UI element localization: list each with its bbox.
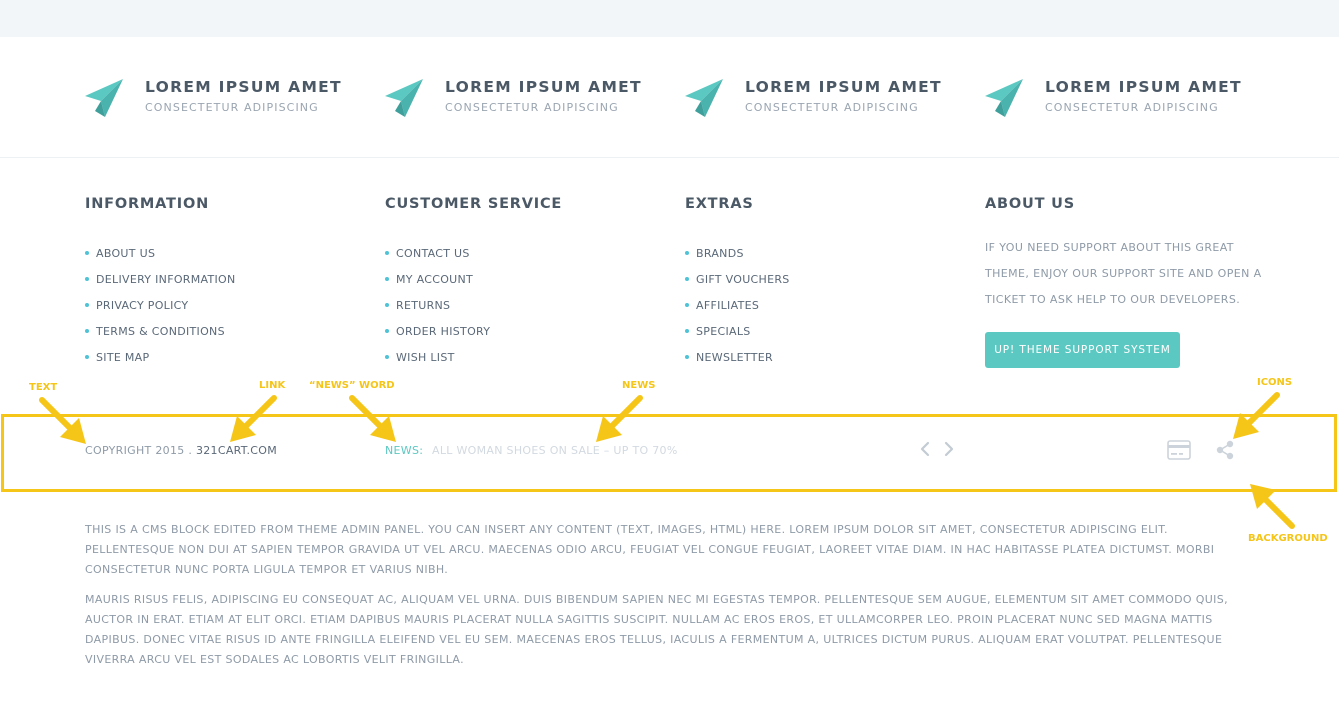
bullet-icon [85, 355, 89, 359]
link-label: ABOUT US [96, 246, 156, 260]
annotation-background-label: BACKGROUND [1248, 533, 1328, 544]
link-label: NEWSLETTER [696, 350, 773, 364]
footer-link-wish-list[interactable]: WISH LIST [385, 344, 490, 370]
annotation-news-word-label: “NEWS” WORD [309, 380, 395, 391]
share-icon[interactable] [1215, 440, 1235, 460]
link-label: GIFT VOUCHERS [696, 272, 790, 286]
footer-link-specials[interactable]: SPECIALS [685, 318, 790, 344]
bullet-icon [385, 251, 389, 255]
bullet-icon [85, 277, 89, 281]
credit-card-icon[interactable] [1167, 440, 1191, 460]
bullet-icon [385, 355, 389, 359]
footer-link-order-history[interactable]: ORDER HISTORY [385, 318, 490, 344]
feature-title: LOREM IPSUM AMET [145, 78, 342, 96]
link-label: MY ACCOUNT [396, 272, 474, 286]
annotation-arrow-background [1263, 497, 1295, 529]
footer-link-terms-conditions[interactable]: TERMS & CONDITIONS [85, 318, 236, 344]
link-label: BRANDS [696, 246, 744, 260]
chevron-left-icon[interactable] [918, 441, 932, 457]
bullet-icon [685, 329, 689, 333]
link-label: AFFILIATES [696, 298, 760, 312]
link-label: SITE MAP [96, 350, 150, 364]
divider [0, 157, 1339, 158]
link-label: PRIVACY POLICY [96, 298, 189, 312]
link-label: DELIVERY INFORMATION [96, 272, 236, 286]
footer-link-affiliates[interactable]: AFFILIATES [685, 292, 790, 318]
extras-column: EXTRAS BRANDS GIFT VOUCHERS AFFILIATES S… [685, 196, 789, 364]
paper-plane-icon [685, 79, 723, 117]
paper-plane-icon [985, 79, 1023, 117]
column-title: CUSTOMER SERVICE [385, 196, 563, 212]
top-band [0, 0, 1339, 37]
feature-title: LOREM IPSUM AMET [745, 78, 942, 96]
bullet-icon [685, 251, 689, 255]
footer-link-contact-us[interactable]: CONTACT US [385, 240, 490, 266]
copyright-text: COPYRIGHT 2015 . 321CART.COM [85, 444, 277, 457]
footer-link-delivery-information[interactable]: DELIVERY INFORMATION [85, 266, 236, 292]
column-title: INFORMATION [85, 196, 209, 212]
annotation-text-label: TEXT [29, 382, 58, 393]
annotation-news-label: NEWS [622, 380, 656, 391]
copyright-label: COPYRIGHT 2015 . [85, 444, 196, 457]
bullet-icon [685, 303, 689, 307]
cms-paragraph: MAURIS RISUS FELIS, ADIPISCING EU CONSEQ… [85, 593, 1228, 666]
annotation-icons-label: ICONS [1257, 377, 1293, 388]
bullet-icon [385, 277, 389, 281]
feature-subtitle: CONSECTETUR ADIPISCING [745, 101, 919, 114]
paper-plane-icon [385, 79, 423, 117]
feature-title: LOREM IPSUM AMET [445, 78, 642, 96]
about-text: IF YOU NEED SUPPORT ABOUT THIS GREAT THE… [985, 241, 1262, 306]
feature-subtitle: CONSECTETUR ADIPISCING [1045, 101, 1219, 114]
news-ticker-item[interactable]: ALL WOMAN SHOES ON SALE – UP TO 70% [432, 444, 678, 457]
footer-link-brands[interactable]: BRANDS [685, 240, 790, 266]
annotation-link-label: LINK [259, 380, 286, 391]
footer-link-privacy-policy[interactable]: PRIVACY POLICY [85, 292, 236, 318]
bullet-icon [85, 303, 89, 307]
footer-link-about-us[interactable]: ABOUT US [85, 240, 236, 266]
about-column: ABOUT US IF YOU NEED SUPPORT ABOUT THIS … [985, 196, 1261, 368]
link-label: WISH LIST [396, 350, 455, 364]
link-label: CONTACT US [396, 246, 470, 260]
customer-service-column: CUSTOMER SERVICE CONTACT US MY ACCOUNT R… [385, 196, 563, 364]
feature-subtitle: CONSECTETUR ADIPISCING [445, 101, 619, 114]
support-system-button[interactable]: UP! THEME SUPPORT SYSTEM [985, 332, 1180, 368]
information-column: INFORMATION ABOUT US DELIVERY INFORMATIO… [85, 196, 235, 364]
feature-subtitle: CONSECTETUR ADIPISCING [145, 101, 319, 114]
cms-paragraph: THIS IS A CMS BLOCK EDITED FROM THEME AD… [85, 523, 1215, 576]
column-title: ABOUT US [985, 196, 1075, 212]
footer-link-my-account[interactable]: MY ACCOUNT [385, 266, 490, 292]
feature-title: LOREM IPSUM AMET [1045, 78, 1242, 96]
link-label: TERMS & CONDITIONS [96, 324, 225, 338]
news-label: NEWS: [385, 444, 424, 457]
footer-link-gift-vouchers[interactable]: GIFT VOUCHERS [685, 266, 790, 292]
bullet-icon [385, 303, 389, 307]
link-label: ORDER HISTORY [396, 324, 491, 338]
column-title: EXTRAS [685, 196, 754, 212]
bullet-icon [685, 355, 689, 359]
footer-link-returns[interactable]: RETURNS [385, 292, 490, 318]
bullet-icon [685, 277, 689, 281]
paper-plane-icon [85, 79, 123, 117]
bullet-icon [85, 329, 89, 333]
bullet-icon [385, 329, 389, 333]
site-link[interactable]: 321CART.COM [196, 444, 277, 457]
bullet-icon [85, 251, 89, 255]
link-label: SPECIALS [696, 324, 751, 338]
footer-link-newsletter[interactable]: NEWSLETTER [685, 344, 790, 370]
chevron-right-icon[interactable] [942, 441, 956, 457]
link-label: RETURNS [396, 298, 451, 312]
footer-link-site-map[interactable]: SITE MAP [85, 344, 236, 370]
